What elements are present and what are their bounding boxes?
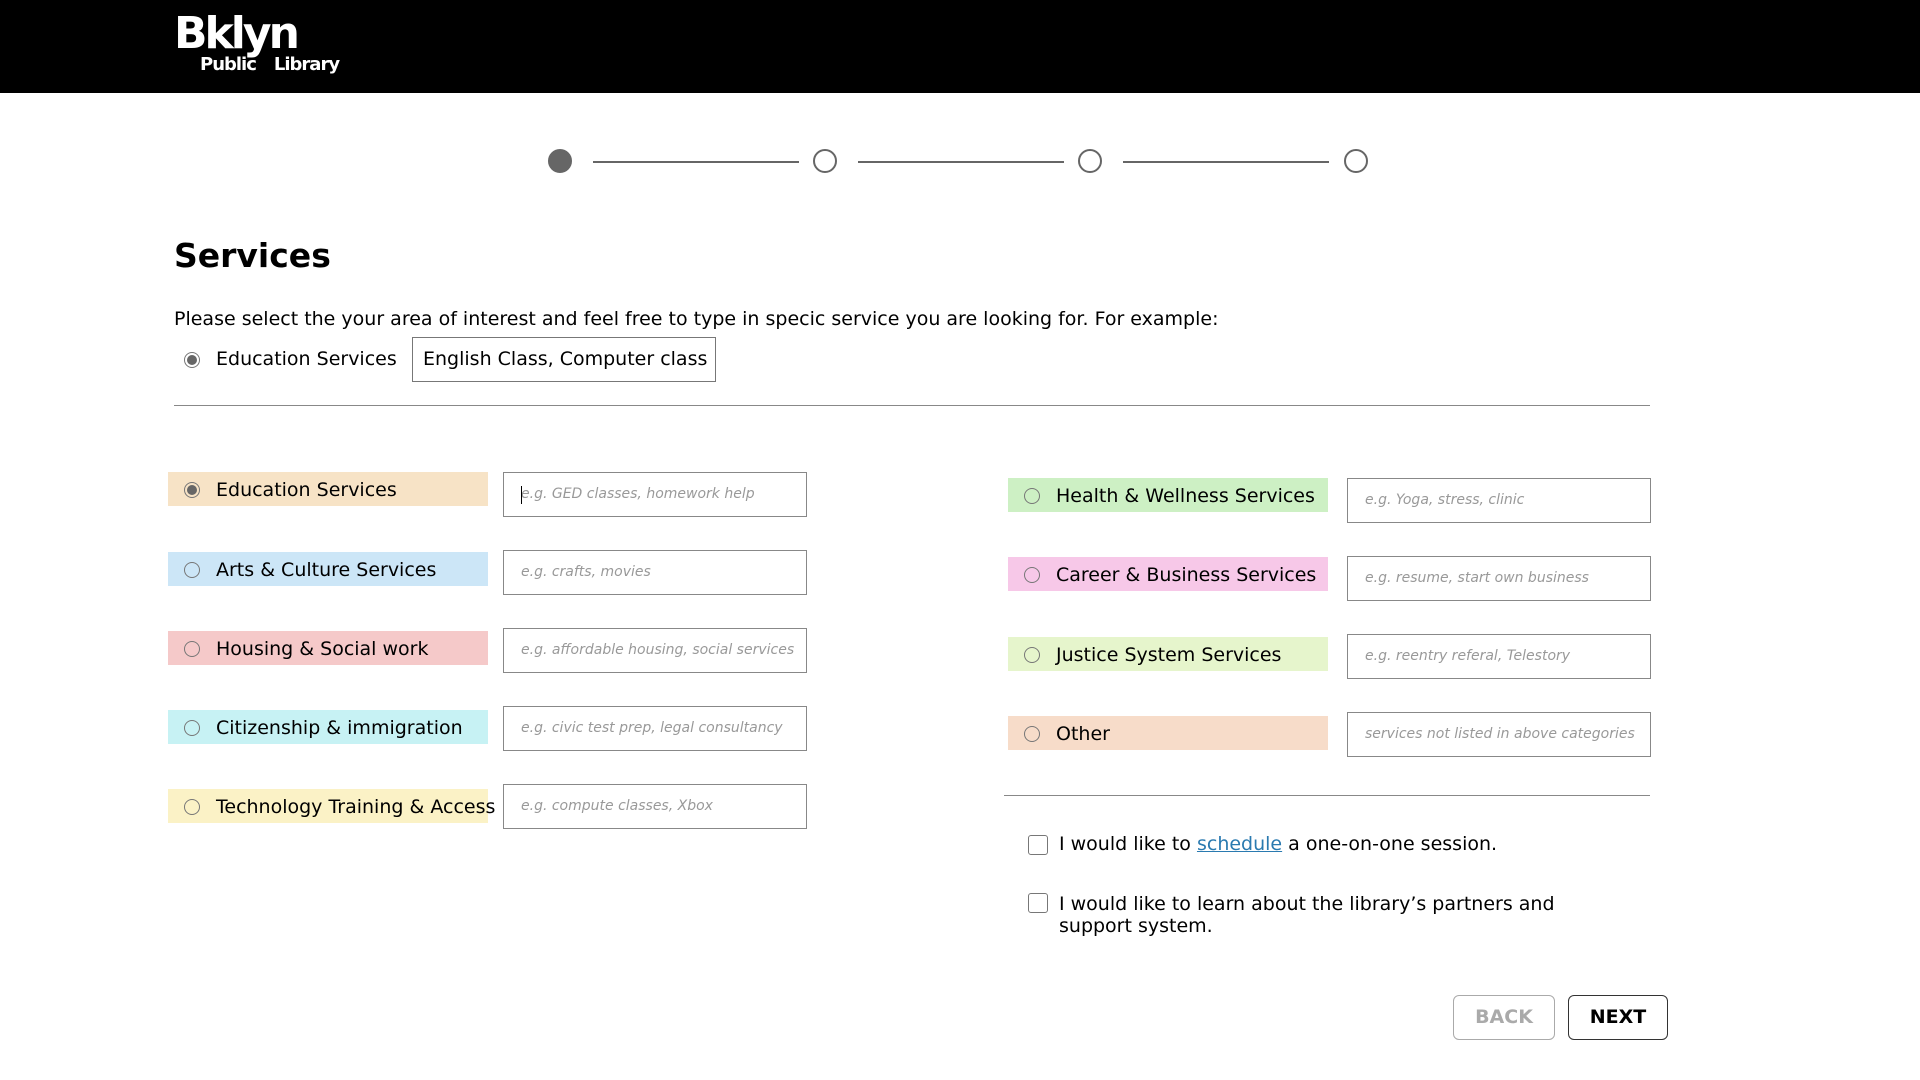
radio-career-business[interactable] [1024,567,1040,583]
input-citizenship[interactable]: e.g. civic test prep, legal consultancy [503,706,807,751]
input-justice-system[interactable]: e.g. reentry referal, Telestory [1347,634,1651,679]
service-housing[interactable]: Housing & Social work [168,631,488,665]
logo-wordmark: Bklyn [174,8,300,59]
input-education[interactable]: e.g. GED classes, homework help [503,472,807,517]
step-4-indicator [1344,149,1368,173]
step-3-indicator [1078,149,1102,173]
service-arts-culture[interactable]: Arts & Culture Services [168,552,488,586]
service-technology[interactable]: Technology Training & Access [168,789,495,823]
partners-option: I would like to learn about the library’… [1028,893,1588,941]
schedule-checkbox[interactable] [1028,835,1048,855]
example-label: Education Services [216,348,397,370]
back-button[interactable]: BACK [1453,995,1555,1040]
schedule-option: I would like to schedule a one-on-one se… [1028,833,1588,857]
input-technology[interactable]: e.g. compute classes, Xbox [503,784,807,829]
input-placeholder: e.g. resume, start own business [1365,570,1589,586]
service-label: Health & Wellness Services [1056,485,1315,507]
top-bar: Bklyn Public Library [0,0,1920,93]
input-placeholder: e.g. reentry referal, Telestory [1365,648,1571,664]
step-2-indicator [813,149,837,173]
radio-housing[interactable] [184,641,200,657]
service-label: Career & Business Services [1056,564,1317,586]
partners-text: I would like to learn about the library’… [1059,893,1555,937]
schedule-text: I would like to schedule a one-on-one se… [1059,833,1498,855]
input-career-business[interactable]: e.g. resume, start own business [1347,556,1651,601]
radio-other[interactable] [1024,726,1040,742]
service-health-wellness[interactable]: Health & Wellness Services [1008,478,1328,512]
text-caret [521,486,522,504]
logo-subtitle: Public Library [200,54,340,75]
partners-checkbox[interactable] [1028,893,1048,913]
section-divider [174,405,1650,406]
input-other[interactable]: services not listed in above categories [1347,712,1651,757]
input-placeholder: e.g. affordable housing, social services [521,642,795,658]
service-label: Other [1056,723,1110,745]
input-placeholder: e.g. GED classes, homework help [521,486,755,502]
radio-citizenship[interactable] [184,720,200,736]
step-connector [593,161,799,163]
input-placeholder: e.g. Yoga, stress, clinic [1365,492,1525,508]
options-divider [1004,795,1650,796]
input-placeholder: e.g. crafts, movies [521,564,651,580]
example-input: English Class, Computer class [412,337,716,382]
service-other[interactable]: Other [1008,716,1328,750]
input-health-wellness[interactable]: e.g. Yoga, stress, clinic [1347,478,1651,523]
service-citizenship[interactable]: Citizenship & immigration [168,710,488,744]
page-title: Services [174,236,331,275]
input-placeholder: services not listed in above categories [1365,726,1635,742]
input-placeholder: e.g. compute classes, Xbox [521,798,713,814]
radio-health-wellness[interactable] [1024,488,1040,504]
service-label: Arts & Culture Services [216,559,437,581]
service-label: Education Services [216,479,397,501]
radio-justice-system[interactable] [1024,647,1040,663]
radio-technology[interactable] [184,799,200,815]
service-label: Housing & Social work [216,638,429,660]
intro-text: Please select the your area of interest … [174,308,1219,330]
step-1-indicator [548,149,572,173]
schedule-link[interactable]: schedule [1197,833,1282,855]
service-label: Justice System Services [1056,644,1282,666]
service-education[interactable]: Education Services [168,472,488,506]
service-justice-system[interactable]: Justice System Services [1008,637,1328,671]
radio-arts-culture[interactable] [184,562,200,578]
input-arts-culture[interactable]: e.g. crafts, movies [503,550,807,595]
input-placeholder: e.g. civic test prep, legal consultancy [521,720,783,736]
library-logo[interactable]: Bklyn Public Library [174,8,340,76]
step-connector [1123,161,1329,163]
step-connector [858,161,1064,163]
progress-stepper [548,149,1372,177]
next-button[interactable]: NEXT [1568,995,1668,1040]
input-housing[interactable]: e.g. affordable housing, social services [503,628,807,673]
example-radio [184,352,200,368]
service-label: Citizenship & immigration [216,717,463,739]
service-career-business[interactable]: Career & Business Services [1008,557,1328,591]
service-label: Technology Training & Access [216,796,496,818]
radio-education[interactable] [184,482,200,498]
